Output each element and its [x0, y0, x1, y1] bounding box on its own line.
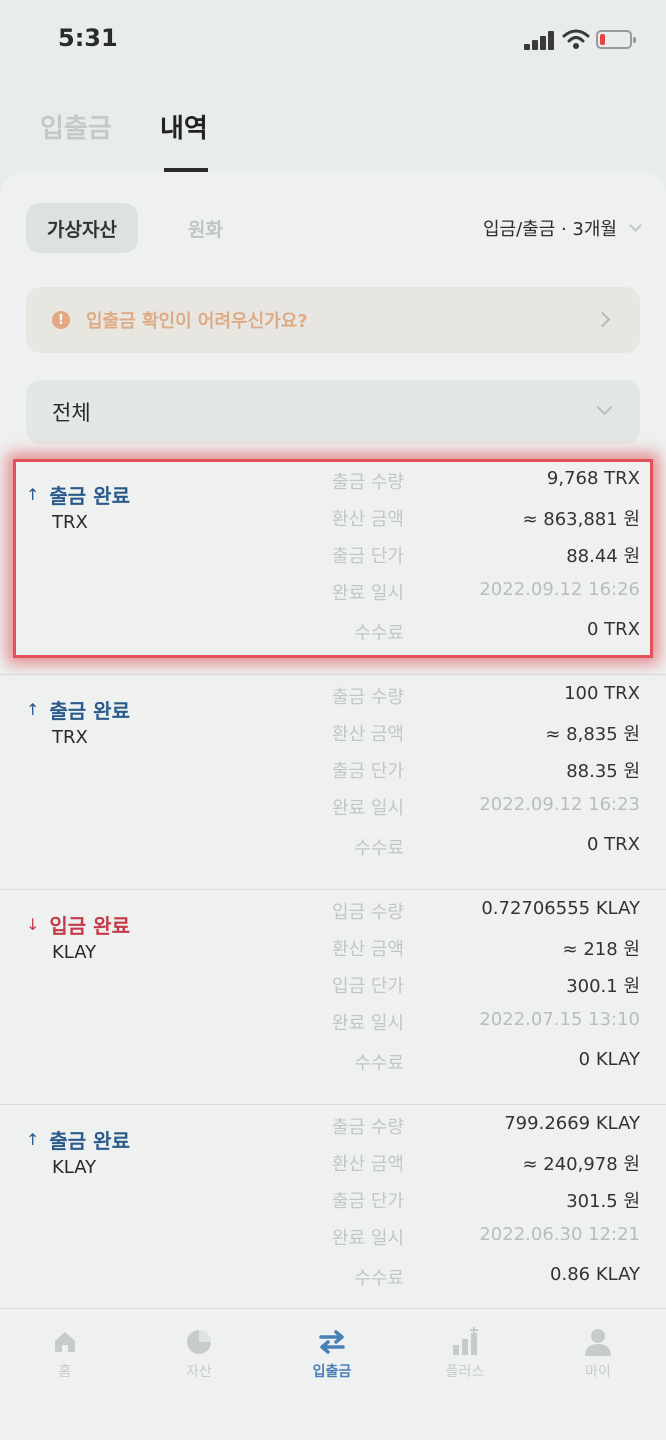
nav-my[interactable]: 마이	[548, 1327, 648, 1381]
nav-label: 홈	[58, 1364, 72, 1380]
tx-row-value: ≈ 240,978 원	[522, 1154, 640, 1175]
tx-row-value: 0 TRX	[586, 834, 640, 855]
tx-row-label: 환산 금액	[332, 1154, 404, 1175]
pie-chart-icon	[187, 1330, 211, 1354]
transaction-item[interactable]: ↑ 출금 완료 KLAY 출금 수량 799.2669 KLAY 환산 금액 ≈ 24…	[0, 1105, 666, 1320]
tx-row-value: 0 KLAY	[578, 1049, 640, 1070]
top-tabs: 입출금 내역	[0, 100, 666, 172]
tx-row: 수수료 0 KLAY	[0, 1049, 666, 1079]
tx-row-label: 완료 일시	[332, 1228, 404, 1249]
wifi-icon	[562, 29, 590, 49]
tx-row-label: 수수료	[354, 1268, 404, 1289]
tx-row-label: 출금 단가	[332, 761, 404, 782]
bottom-nav: 홈 자산 입출금 플러스 마이	[0, 1308, 666, 1440]
tx-row-value: 799.2669 KLAY	[504, 1113, 640, 1134]
transfer-arrows-icon	[319, 1330, 345, 1354]
exclamation-icon: !	[52, 311, 70, 329]
tx-row: 수수료 0 TRX	[0, 834, 666, 864]
tx-row: 출금 수량 799.2669 KLAY	[0, 1113, 666, 1143]
status-time: 5:31	[58, 24, 118, 52]
tx-row-label: 출금 수량	[332, 1117, 404, 1138]
tx-row-label: 입금 단가	[332, 976, 404, 997]
tx-row-value: 88.35 원	[566, 761, 640, 782]
period-filter[interactable]: 입금/출금 · 3개월	[482, 215, 642, 241]
chevron-down-icon	[629, 219, 642, 232]
tx-row: 입금 단가 300.1 원	[0, 972, 666, 1002]
tx-row: 환산 금액 ≈ 218 원	[0, 935, 666, 965]
tx-row: 출금 단가 301.5 원	[0, 1187, 666, 1217]
tx-row: 입금 수량 0.72706555 KLAY	[0, 898, 666, 928]
help-notice-banner[interactable]: ! 입출금 확인이 어려우신가요?	[26, 287, 640, 353]
tx-row-label: 출금 수량	[332, 687, 404, 708]
signal-icon	[524, 30, 556, 50]
nav-label: 입출금	[312, 1364, 352, 1380]
tx-row-label: 입금 수량	[332, 902, 404, 923]
tx-row: 완료 일시 2022.07.15 13:10	[0, 1009, 666, 1039]
period-filter-label: 입금/출금 · 3개월	[482, 219, 617, 240]
tx-row-label: 완료 일시	[332, 1013, 404, 1034]
tx-row-value: 2022.09.12 16:23	[479, 794, 640, 815]
nav-home[interactable]: 홈	[15, 1327, 115, 1381]
nav-label: 플러스	[445, 1364, 485, 1380]
segment-crypto[interactable]: 가상자산	[26, 203, 138, 253]
battery-icon	[596, 30, 636, 49]
tab-deposit-withdraw[interactable]: 입출금	[40, 108, 112, 145]
tx-row: 환산 금액 ≈ 8,835 원	[0, 720, 666, 750]
asset-filter-dropdown[interactable]: 전체	[26, 380, 640, 444]
tx-row-label: 수수료	[354, 838, 404, 859]
highlight-box	[13, 459, 653, 658]
chevron-down-icon	[596, 399, 613, 416]
tx-row-label: 출금 단가	[332, 1191, 404, 1212]
tx-row-value: 0.72706555 KLAY	[481, 898, 640, 919]
nav-transfer[interactable]: 입출금	[282, 1327, 382, 1381]
transaction-item[interactable]: ↑ 출금 완료 TRX 출금 수량 100 TRX 환산 금액 ≈ 8,835 원 출…	[0, 675, 666, 890]
tx-row: 수수료 0.86 KLAY	[0, 1264, 666, 1294]
nav-assets[interactable]: 자산	[149, 1327, 249, 1381]
notice-text: 입출금 확인이 어려우신가요?	[86, 311, 308, 332]
tx-row: 완료 일시 2022.06.30 12:21	[0, 1224, 666, 1254]
tx-row-value: ≈ 8,835 원	[545, 724, 640, 745]
tx-row-label: 환산 금액	[332, 939, 404, 960]
user-icon	[585, 1329, 611, 1356]
tx-row-value: 300.1 원	[566, 976, 640, 997]
bar-chart-plus-icon	[453, 1327, 478, 1355]
asset-filter-value: 전체	[52, 401, 91, 425]
transaction-item[interactable]: ↓ 입금 완료 KLAY 입금 수량 0.72706555 KLAY 환산 금액 ≈ …	[0, 890, 666, 1105]
chevron-right-icon	[594, 311, 611, 328]
status-bar: 5:31	[0, 0, 666, 80]
tx-row-label: 수수료	[354, 1053, 404, 1074]
nav-label: 자산	[186, 1364, 212, 1380]
tx-row-label: 환산 금액	[332, 724, 404, 745]
tx-row: 완료 일시 2022.09.12 16:23	[0, 794, 666, 824]
nav-label: 마이	[585, 1364, 611, 1380]
tx-row-value: 2022.07.15 13:10	[479, 1009, 640, 1030]
tx-row: 출금 단가 88.35 원	[0, 757, 666, 787]
tab-history[interactable]: 내역	[160, 108, 208, 172]
home-icon	[55, 1332, 75, 1352]
tx-row-label: 완료 일시	[332, 798, 404, 819]
tx-row-value: ≈ 218 원	[562, 939, 640, 960]
tx-row-value: 0.86 KLAY	[550, 1264, 640, 1285]
tx-row: 출금 수량 100 TRX	[0, 683, 666, 713]
segment-krw[interactable]: 원화	[188, 215, 223, 242]
nav-plus[interactable]: 플러스	[415, 1327, 515, 1381]
tx-row-value: 2022.06.30 12:21	[479, 1224, 640, 1245]
tx-row-value: 100 TRX	[564, 683, 640, 704]
tx-row: 환산 금액 ≈ 240,978 원	[0, 1150, 666, 1180]
tx-row-value: 301.5 원	[566, 1191, 640, 1212]
